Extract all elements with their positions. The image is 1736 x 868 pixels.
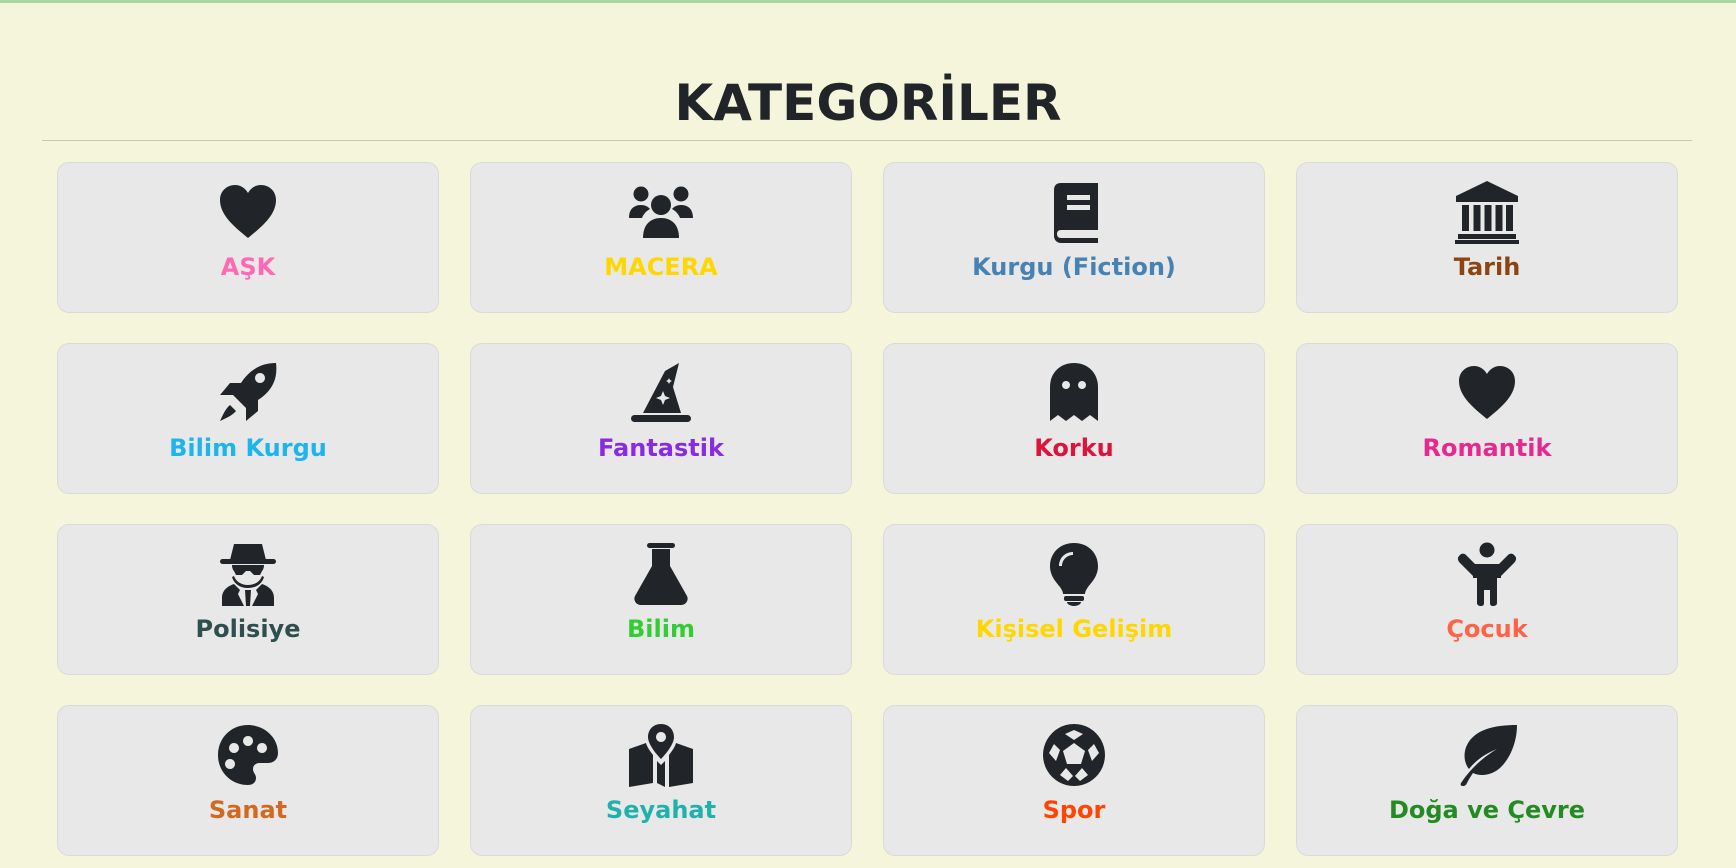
page-title: KATEGORİLER [674, 74, 1062, 132]
category-label: Seyahat [605, 796, 717, 824]
detective-icon [216, 542, 280, 606]
category-label: Korku [1034, 434, 1114, 462]
category-label: Bilim Kurgu [169, 434, 327, 462]
map-location-icon [629, 723, 693, 787]
category-card-polisiye[interactable]: Polisiye [57, 524, 439, 675]
heart-icon [216, 180, 280, 244]
category-card-cocuk[interactable]: Çocuk [1296, 524, 1678, 675]
rocket-icon [216, 361, 280, 425]
category-label: AŞK [220, 253, 276, 281]
users-icon [629, 180, 693, 244]
category-card-sanat[interactable]: Sanat [57, 705, 439, 856]
category-card-korku[interactable]: Korku [883, 343, 1265, 494]
category-label: MACERA [604, 253, 718, 281]
category-card-kurgu-fiction[interactable]: Kurgu (Fiction) [883, 162, 1265, 313]
category-card-tarih[interactable]: Tarih [1296, 162, 1678, 313]
landmark-icon [1455, 180, 1519, 244]
category-label: Kişisel Gelişim [975, 615, 1173, 643]
category-card-bilim-kurgu[interactable]: Bilim Kurgu [57, 343, 439, 494]
heart-icon [1455, 361, 1519, 425]
category-card-kisisel-gelisim[interactable]: Kişisel Gelişim [883, 524, 1265, 675]
category-label: Fantastik [598, 434, 724, 462]
category-label: Bilim [627, 615, 695, 643]
book-icon [1042, 180, 1106, 244]
category-label: Polisiye [195, 615, 301, 643]
category-label: Kurgu (Fiction) [972, 253, 1176, 281]
wizard-hat-icon [629, 361, 693, 425]
category-label: Romantik [1422, 434, 1552, 462]
leaf-icon [1455, 723, 1519, 787]
ghost-icon [1042, 361, 1106, 425]
category-card-fantastik[interactable]: Fantastik [470, 343, 852, 494]
soccer-ball-icon [1042, 723, 1106, 787]
category-label: Tarih [1453, 253, 1521, 281]
category-card-romantik[interactable]: Romantik [1296, 343, 1678, 494]
top-accent-bar [0, 0, 1736, 3]
child-icon [1455, 542, 1519, 606]
category-card-doga-ve-cevre[interactable]: Doğa ve Çevre [1296, 705, 1678, 856]
category-card-bilim[interactable]: Bilim [470, 524, 852, 675]
category-label: Spor [1042, 796, 1106, 824]
palette-icon [216, 723, 280, 787]
category-card-macera[interactable]: MACERA [470, 162, 852, 313]
category-label: Sanat [208, 796, 288, 824]
category-label: Çocuk [1446, 615, 1528, 643]
title-divider [42, 140, 1692, 141]
lightbulb-icon [1042, 542, 1106, 606]
category-card-ask[interactable]: AŞK [57, 162, 439, 313]
category-grid: AŞK MACERA Kurgu (Fiction) Tarih Bilim Kurgu… [57, 162, 1678, 856]
category-card-seyahat[interactable]: Seyahat [470, 705, 852, 856]
category-card-spor[interactable]: Spor [883, 705, 1265, 856]
category-label: Doğa ve Çevre [1388, 796, 1586, 824]
flask-icon [629, 542, 693, 606]
